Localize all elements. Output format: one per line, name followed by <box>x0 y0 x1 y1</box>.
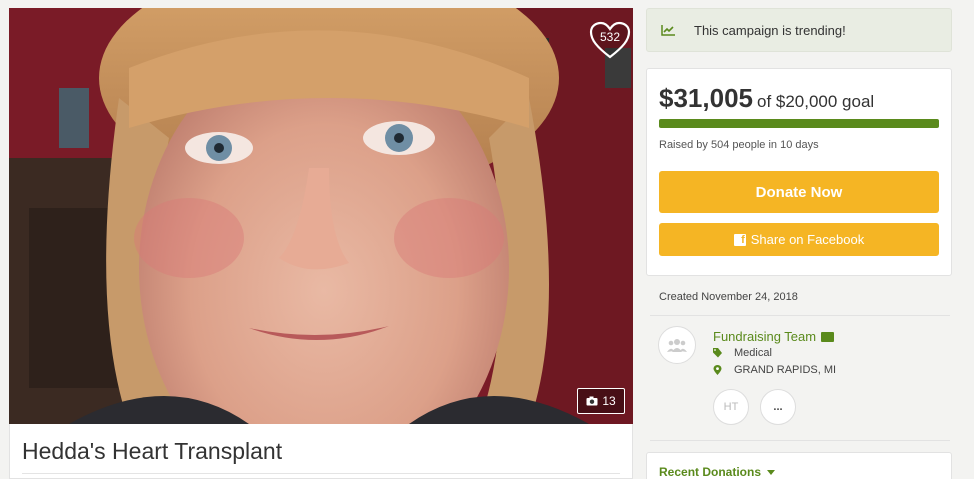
divider <box>22 473 620 474</box>
campaign-title: Hedda's Heart Transplant <box>22 438 283 464</box>
divider <box>650 440 950 441</box>
donation-card: $31,005 of $20,000 goal Raised by 504 pe… <box>646 68 952 276</box>
donor-summary: Raised by 504 people in 10 days <box>659 139 819 151</box>
trending-banner: This campaign is trending! <box>646 8 952 52</box>
location-label: GRAND RAPIDS, MI <box>734 364 837 376</box>
recent-donations-card: Recent Donations <box>646 452 952 479</box>
organizer-avatar[interactable] <box>658 326 696 364</box>
fundraising-team-link[interactable]: Fundraising Team <box>713 329 835 344</box>
more-team-members-button[interactable]: ... <box>760 389 796 425</box>
created-date: Created November 24, 2018 <box>659 291 798 303</box>
photo-count: 13 <box>602 394 616 408</box>
goal-amount: of $20,000 goal <box>756 92 875 111</box>
favorite-heart-button[interactable]: 532 <box>589 21 631 61</box>
team-name: Fundraising Team <box>713 329 817 344</box>
progress-bar <box>659 119 939 128</box>
campaign-photo <box>9 8 633 424</box>
trending-text: This campaign is trending! <box>694 22 846 38</box>
share-facebook-label: Share on Facebook <box>750 232 865 247</box>
donate-now-button[interactable]: Donate Now <box>659 171 939 213</box>
camera-icon <box>586 396 598 406</box>
heart-count: 532 <box>599 30 621 44</box>
trending-chart-icon <box>661 25 675 36</box>
recent-donations-toggle[interactable]: Recent Donations <box>659 465 776 479</box>
amount-summary: $31,005 of $20,000 goal <box>659 83 874 114</box>
location-pin-icon <box>713 365 722 375</box>
recent-donations-title: Recent Donations <box>659 465 762 479</box>
campaign-hero-image[interactable]: 532 13 <box>9 8 633 424</box>
divider <box>650 315 950 316</box>
team-icon <box>667 339 687 352</box>
campaign-title-card: Hedda's Heart Transplant <box>9 424 633 479</box>
team-member-avatar[interactable]: HT <box>713 389 749 425</box>
envelope-icon[interactable] <box>821 331 835 342</box>
progress-fill <box>659 119 939 128</box>
facebook-icon: f <box>733 233 746 246</box>
share-facebook-button[interactable]: f Share on Facebook <box>659 223 939 256</box>
amount-raised: $31,005 <box>659 83 753 113</box>
campaign-location: GRAND RAPIDS, MI <box>713 364 836 376</box>
campaign-category[interactable]: Medical <box>713 347 772 359</box>
category-label: Medical <box>734 347 772 359</box>
caret-down-icon <box>767 469 776 475</box>
tag-icon <box>713 348 722 358</box>
photo-gallery-button[interactable]: 13 <box>577 388 625 414</box>
